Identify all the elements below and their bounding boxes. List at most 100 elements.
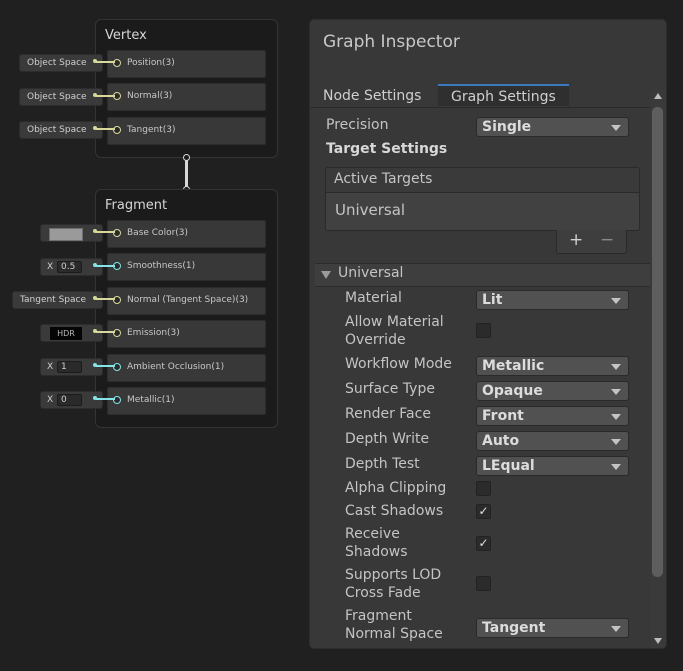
surface-type-label: Surface Type <box>345 381 435 397</box>
supports-lod-cross-fade-checkbox[interactable] <box>476 576 491 591</box>
chevron-down-icon <box>611 439 621 445</box>
hdr-color-swatch[interactable]: HDR <box>50 327 82 340</box>
surface-type-dropdown[interactable]: Opaque <box>476 381 629 401</box>
chevron-down-icon <box>611 414 621 420</box>
scroll-up-arrow-icon[interactable] <box>654 93 662 99</box>
x-label: X <box>47 395 54 405</box>
alpha-clipping-checkbox[interactable] <box>476 481 491 496</box>
dropdown-value: Front <box>482 408 524 424</box>
supports-lod-cross-fade-label: Supports LOD Cross Fade <box>345 567 442 601</box>
dropdown-value: Opaque <box>482 383 543 399</box>
inspector-title: Graph Inspector <box>323 32 460 52</box>
workflow-mode-dropdown[interactable]: Metallic <box>476 356 629 376</box>
emission-input-wire <box>93 327 121 337</box>
vertex-port-position[interactable]: Position(3) <box>107 50 266 78</box>
add-target-button[interactable]: + <box>569 230 583 250</box>
position-input-wire <box>93 57 121 67</box>
active-targets-label: Active Targets <box>334 171 433 187</box>
depth-test-dropdown[interactable]: LEqual <box>476 456 629 476</box>
ambient-occlusion-input-wire <box>93 361 121 371</box>
ambient-occlusion-value[interactable]: 1 <box>57 361 82 373</box>
dropdown-value: Metallic <box>482 358 545 374</box>
emission-input[interactable]: HDR <box>40 324 103 342</box>
vertex-port-tangent[interactable]: Tangent(3) <box>107 117 266 145</box>
inspector-scrollbar[interactable] <box>651 90 665 648</box>
targets-add-remove: + − <box>556 230 627 254</box>
render-face-label: Render Face <box>345 406 431 422</box>
position-space-input[interactable]: Object Space <box>19 54 103 72</box>
scrollbar-thumb[interactable] <box>652 107 663 577</box>
smoothness-value[interactable]: 0.5 <box>57 261 82 273</box>
dropdown-value: Auto <box>482 433 520 449</box>
normal-tangent-space-input[interactable]: Tangent Space <box>12 291 103 309</box>
metallic-value[interactable]: 0 <box>57 394 82 406</box>
fragment-block[interactable]: Fragment Base Color(3) Smoothness(1) Nor… <box>95 189 278 428</box>
tab-graph-settings[interactable]: Graph Settings <box>438 84 569 106</box>
receive-shadows-checkbox[interactable]: ✓ <box>476 536 491 551</box>
wire-line <box>96 265 115 267</box>
wire-line <box>96 95 115 97</box>
active-targets-header: Active Targets <box>326 168 639 193</box>
depth-write-dropdown[interactable]: Auto <box>476 431 629 451</box>
smoothness-input[interactable]: X 0.5 <box>40 258 103 276</box>
port-label: Normal(3) <box>127 91 173 101</box>
section-title: Universal <box>338 265 404 281</box>
allow-material-override-label: Allow Material Override <box>345 314 444 348</box>
tangent-input-wire <box>93 124 121 134</box>
fragment-normal-space-label: Fragment Normal Space <box>345 608 443 642</box>
metallic-input[interactable]: X0 <box>40 391 103 409</box>
port-label: Normal (Tangent Space)(3) <box>127 295 249 305</box>
workflow-mode-label: Workflow Mode <box>345 356 452 372</box>
remove-target-button[interactable]: − <box>600 230 614 250</box>
input-value: Object Space <box>27 125 87 135</box>
fragment-port-metallic[interactable]: Metallic(1) <box>107 387 266 415</box>
port-label: Position(3) <box>127 58 175 68</box>
fragment-block-title: Fragment <box>105 198 168 213</box>
normal-space-input[interactable]: Object Space <box>19 88 103 106</box>
foldout-triangle-icon[interactable] <box>321 271 331 279</box>
precision-label: Precision <box>326 117 389 133</box>
fragment-port-smoothness[interactable]: Smoothness(1) <box>107 253 266 281</box>
material-dropdown[interactable]: Lit <box>476 290 629 310</box>
tangent-space-input[interactable]: Object Space <box>19 121 103 139</box>
normal-tangent-input-wire <box>93 294 121 304</box>
port-label: Metallic(1) <box>127 395 175 405</box>
block-link-line <box>185 158 188 189</box>
scroll-down-arrow-icon[interactable] <box>654 638 662 644</box>
ambient-occlusion-input[interactable]: X1 <box>40 358 103 376</box>
target-item-universal[interactable]: Universal <box>335 201 405 219</box>
base-color-input[interactable] <box>40 224 103 242</box>
wire-line <box>96 231 115 233</box>
fragment-port-normal[interactable]: Normal (Tangent Space)(3) <box>107 287 266 315</box>
graph-inspector-panel: Graph Inspector Node Settings Graph Sett… <box>309 19 667 649</box>
fragment-normal-space-dropdown[interactable]: Tangent <box>476 618 629 638</box>
port-label: Emission(3) <box>127 328 180 338</box>
wire-line <box>96 61 115 63</box>
allow-material-override-checkbox[interactable] <box>476 323 491 338</box>
color-swatch[interactable] <box>49 228 83 241</box>
cast-shadows-checkbox[interactable]: ✓ <box>476 504 491 519</box>
dropdown-value: Tangent <box>482 620 546 636</box>
dropdown-value: LEqual <box>482 458 535 474</box>
dropdown-value: Lit <box>482 292 503 308</box>
smoothness-input-wire <box>93 261 121 271</box>
tab-node-settings[interactable]: Node Settings <box>323 84 421 106</box>
precision-dropdown[interactable]: Single <box>476 117 629 137</box>
fragment-port-ambient-occlusion[interactable]: Ambient Occlusion(1) <box>107 354 266 382</box>
fragment-port-base-color[interactable]: Base Color(3) <box>107 220 266 248</box>
active-targets-list: Active Targets Universal <box>325 167 640 231</box>
input-value: Tangent Space <box>20 295 86 305</box>
alpha-clipping-label: Alpha Clipping <box>345 480 447 496</box>
fragment-port-emission[interactable]: Emission(3) <box>107 320 266 348</box>
wire-line <box>96 331 115 333</box>
port-label: Tangent(3) <box>127 125 176 135</box>
depth-write-label: Depth Write <box>345 431 430 447</box>
chevron-down-icon <box>611 298 621 304</box>
vertex-block[interactable]: Vertex Position(3) Normal(3) Tangent(3) <box>95 19 278 158</box>
receive-shadows-label: Receive Shadows <box>345 526 408 560</box>
vertex-block-title: Vertex <box>105 28 147 43</box>
render-face-dropdown[interactable]: Front <box>476 406 629 426</box>
block-link-top-icon[interactable] <box>183 154 190 161</box>
vertex-port-normal[interactable]: Normal(3) <box>107 83 266 111</box>
universal-section-header[interactable]: Universal <box>315 263 650 287</box>
